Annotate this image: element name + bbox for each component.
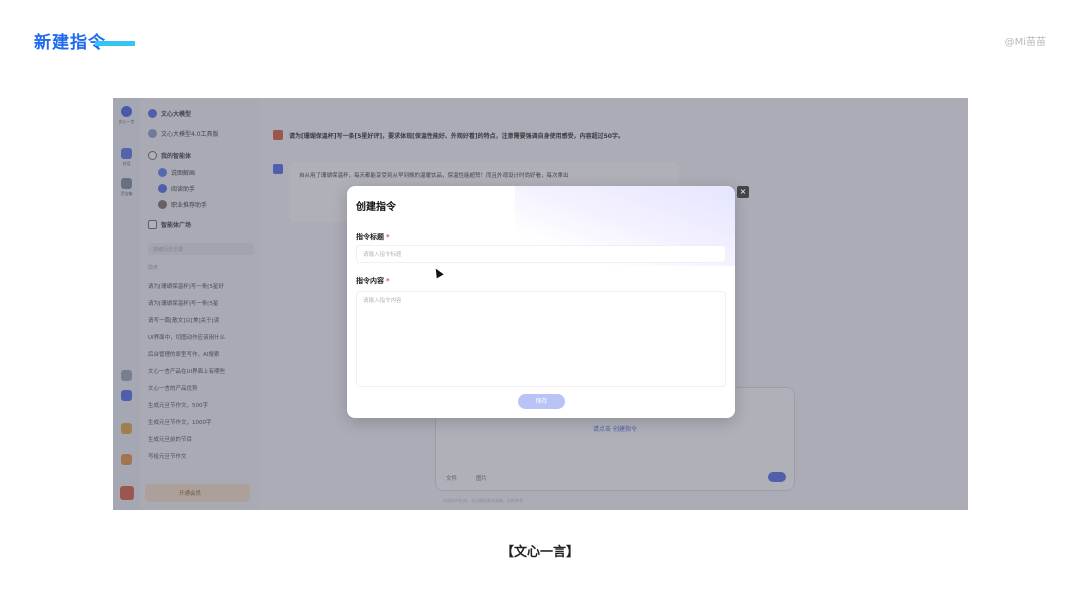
- create-command-dialog: 创建指令 指令标题 * 请输入指令标题 指令内容 * 请输入指令内容 保存: [347, 186, 735, 418]
- command-title-input[interactable]: 请输入指令标题: [356, 245, 726, 263]
- dialog-title: 创建指令: [356, 202, 396, 213]
- save-button[interactable]: 保存: [518, 394, 565, 409]
- required-mark: *: [386, 233, 390, 241]
- command-title-label: 指令标题 *: [356, 232, 390, 242]
- screenshot-frame: 文心一言 对话 百宝箱 文心大模型 文心大模型4.0工具版 我的智能体 说图解画…: [113, 98, 968, 510]
- required-mark: *: [386, 277, 390, 285]
- watermark: @Mi苗苗: [1004, 37, 1046, 48]
- field-label-text: 指令标题: [356, 233, 384, 241]
- command-content-textarea[interactable]: 请输入指令内容: [356, 291, 726, 387]
- slide: 新建指令 @Mi苗苗 文心一言 对话 百宝箱 文心大模型 文心大模型4.0工具版…: [0, 0, 1080, 608]
- title-underline-bar: [95, 41, 135, 46]
- command-content-label: 指令内容 *: [356, 276, 390, 286]
- field-label-text: 指令内容: [356, 277, 384, 285]
- slide-caption: 【文心一言】: [500, 545, 579, 560]
- close-icon[interactable]: ×: [737, 186, 749, 198]
